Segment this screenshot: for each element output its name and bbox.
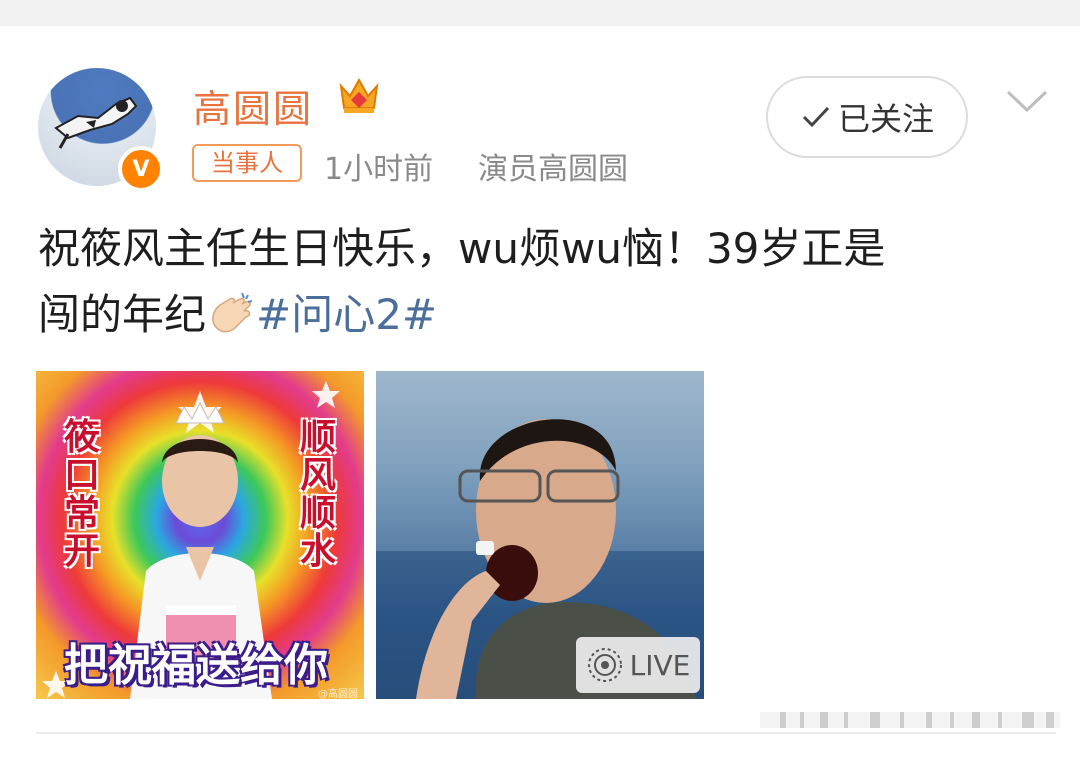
check-icon xyxy=(802,106,830,128)
party-tag: 当事人 xyxy=(192,144,302,182)
clap-icon xyxy=(212,292,253,333)
image-1-right-text: 顺风顺水 xyxy=(299,417,336,572)
verified-badge: V xyxy=(118,146,164,192)
top-strip xyxy=(0,0,1080,26)
post-text: 祝筱风主任生日快乐，wu烦wu恼！39岁正是 闯的年纪 #问心2# xyxy=(38,216,1058,348)
post-source: 演员高圆圆 xyxy=(478,152,628,187)
follow-label: 已关注 xyxy=(837,100,934,138)
weibo-post-card: V 高圆圆 当事人 1小时前 演员高圆圆 已关注 祝筱风主任生日快乐，wu烦wu… xyxy=(0,26,1080,758)
live-badge[interactable]: LIVE xyxy=(576,637,700,693)
post-image-2[interactable]: LIVE xyxy=(376,371,704,699)
image-1-watermark: @高圆圆 xyxy=(318,689,358,699)
post-text-line-2: 闯的年纪 #问心2# xyxy=(38,282,1058,348)
live-icon xyxy=(587,648,622,682)
post-text-line-2-text: 闯的年纪 xyxy=(38,290,207,339)
post-image-1[interactable]: 筱口常开 顺风顺水 把祝福送给你 @高圆圆 xyxy=(36,371,364,699)
username[interactable]: 高圆圆 xyxy=(193,78,313,133)
post-time: 1小时前 xyxy=(324,152,434,187)
hashtag-link[interactable]: #问心2# xyxy=(256,290,437,339)
image-1-left-text: 筱口常开 xyxy=(63,417,100,572)
live-label: LIVE xyxy=(629,648,691,682)
bottom-divider xyxy=(36,732,1056,734)
crown-icon xyxy=(339,77,379,113)
scrollbar-strip xyxy=(760,712,1060,728)
chevron-down-icon[interactable] xyxy=(1004,86,1050,116)
follow-button[interactable]: 已关注 xyxy=(766,76,968,158)
image-1-bottom-text: 把祝福送给你 xyxy=(64,640,328,691)
post-text-line-1: 祝筱风主任生日快乐，wu烦wu恼！39岁正是 xyxy=(38,224,886,273)
